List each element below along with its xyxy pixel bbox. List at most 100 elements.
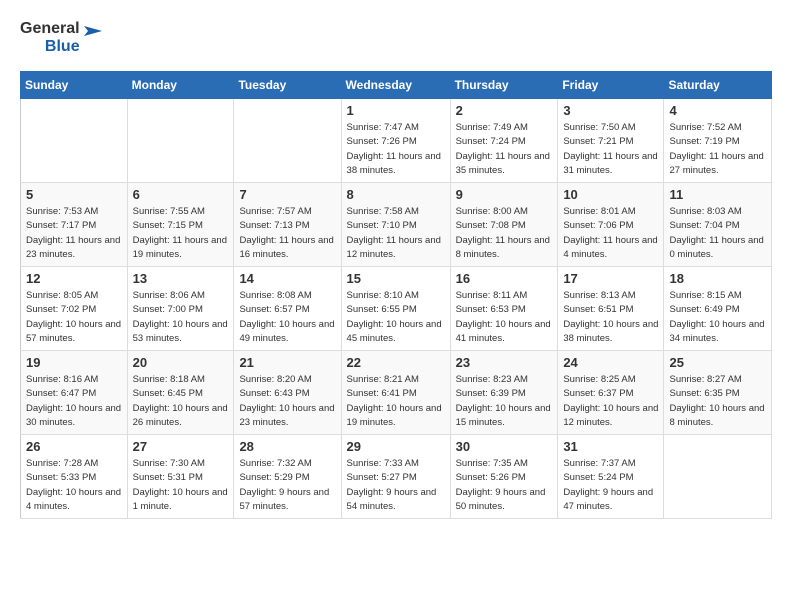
calendar-cell: 31Sunrise: 7:37 AMSunset: 5:24 PMDayligh… [558, 435, 664, 519]
day-info-text: Daylight: 9 hours and 54 minutes. [347, 486, 445, 515]
day-info-text: Sunrise: 8:11 AM [456, 289, 553, 303]
day-info-text: Sunset: 6:37 PM [563, 387, 658, 401]
calendar-cell: 4 Sunrise: 7:52 AMSunset: 7:19 PMDaylight… [664, 99, 772, 183]
day-info-text: Sunrise: 8:06 AM [133, 289, 229, 303]
day-info-text: Sunrise: 7:47 AM [347, 121, 445, 135]
calendar-cell: 7Sunrise: 7:57 AMSunset: 7:13 PMDaylight… [234, 183, 341, 267]
day-info-text: Sunrise: 7:33 AM [347, 457, 445, 471]
calendar-cell: 22Sunrise: 8:21 AMSunset: 6:41 PMDayligh… [341, 351, 450, 435]
day-info-text: Sunset: 5:33 PM [26, 471, 122, 485]
day-info-text: Daylight: 11 hours and 23 minutes. [26, 234, 122, 263]
day-number: 19 [26, 355, 122, 370]
day-number: 21 [239, 355, 335, 370]
day-info-text: Daylight: 10 hours and 15 minutes. [456, 402, 553, 431]
day-number: 22 [347, 355, 445, 370]
day-info-text: Sunrise: 8:00 AM [456, 205, 553, 219]
day-info-text: Sunset: 7:17 PM [26, 219, 122, 233]
day-number: 25 [669, 355, 766, 370]
day-info-text: Daylight: 10 hours and 23 minutes. [239, 402, 335, 431]
day-info-text: Sunrise: 8:05 AM [26, 289, 122, 303]
day-number: 16 [456, 271, 553, 286]
day-number: 13 [133, 271, 229, 286]
calendar-cell: 6Sunrise: 7:55 AMSunset: 7:15 PMDaylight… [127, 183, 234, 267]
day-info-text: Daylight: 11 hours and 35 minutes. [456, 150, 553, 179]
day-info-text: Sunset: 7:21 PM [563, 135, 658, 149]
column-header-saturday: Saturday [664, 72, 772, 99]
calendar-cell [127, 99, 234, 183]
day-info-text: Sunset: 7:02 PM [26, 303, 122, 317]
day-info-text: Sunset: 7:19 PM [669, 135, 766, 149]
day-info-text: Sunrise: 7:50 AM [563, 121, 658, 135]
calendar-cell: 2Sunrise: 7:49 AMSunset: 7:24 PMDaylight… [450, 99, 558, 183]
calendar-cell: 1 Sunrise: 7:47 AMSunset: 7:26 PMDaylight… [341, 99, 450, 183]
calendar-cell: 24 Sunrise: 8:25 AMSunset: 6:37 PMDayligh… [558, 351, 664, 435]
day-info-text: Sunset: 7:24 PM [456, 135, 553, 149]
column-header-thursday: Thursday [450, 72, 558, 99]
day-info-text: Daylight: 11 hours and 19 minutes. [133, 234, 229, 263]
day-info-text: Sunset: 6:55 PM [347, 303, 445, 317]
day-info-text: Sunrise: 8:16 AM [26, 373, 122, 387]
day-info-text: Sunrise: 7:32 AM [239, 457, 335, 471]
day-info-text: Sunrise: 7:52 AM [669, 121, 766, 135]
day-number: 1 [347, 103, 445, 118]
day-number: 3 [563, 103, 658, 118]
day-info-text: Daylight: 11 hours and 38 minutes. [347, 150, 445, 179]
calendar-cell: 13Sunrise: 8:06 AMSunset: 7:00 PMDayligh… [127, 267, 234, 351]
day-info-text: Sunrise: 7:55 AM [133, 205, 229, 219]
day-info-text: Sunset: 6:39 PM [456, 387, 553, 401]
column-header-wednesday: Wednesday [341, 72, 450, 99]
logo-general: General [20, 20, 80, 38]
column-header-monday: Monday [127, 72, 234, 99]
day-info-text: Daylight: 11 hours and 8 minutes. [456, 234, 553, 263]
day-info-text: Daylight: 11 hours and 27 minutes. [669, 150, 766, 179]
day-info-text: Sunrise: 8:13 AM [563, 289, 658, 303]
day-number: 24 [563, 355, 658, 370]
day-info-text: Daylight: 10 hours and 1 minute. [133, 486, 229, 515]
column-header-tuesday: Tuesday [234, 72, 341, 99]
page-header: General Blue [20, 20, 772, 55]
logo: General Blue [20, 20, 102, 55]
calendar-cell: 18Sunrise: 8:15 AMSunset: 6:49 PMDayligh… [664, 267, 772, 351]
day-number: 8 [347, 187, 445, 202]
day-info-text: Sunset: 7:10 PM [347, 219, 445, 233]
day-info-text: Sunrise: 8:25 AM [563, 373, 658, 387]
day-number: 29 [347, 439, 445, 454]
day-info-text: Daylight: 10 hours and 8 minutes. [669, 402, 766, 431]
calendar-cell: 17Sunrise: 8:13 AMSunset: 6:51 PMDayligh… [558, 267, 664, 351]
column-header-friday: Friday [558, 72, 664, 99]
calendar-cell: 19Sunrise: 8:16 AMSunset: 6:47 PMDayligh… [21, 351, 128, 435]
calendar-cell: 26Sunrise: 7:28 AMSunset: 5:33 PMDayligh… [21, 435, 128, 519]
calendar-cell: 20Sunrise: 8:18 AMSunset: 6:45 PMDayligh… [127, 351, 234, 435]
calendar-cell: 21Sunrise: 8:20 AMSunset: 6:43 PMDayligh… [234, 351, 341, 435]
day-info-text: Daylight: 9 hours and 47 minutes. [563, 486, 658, 515]
day-number: 26 [26, 439, 122, 454]
day-info-text: Daylight: 10 hours and 53 minutes. [133, 318, 229, 347]
day-number: 28 [239, 439, 335, 454]
day-info-text: Daylight: 10 hours and 41 minutes. [456, 318, 553, 347]
day-info-text: Sunset: 7:04 PM [669, 219, 766, 233]
day-info-text: Daylight: 10 hours and 4 minutes. [26, 486, 122, 515]
day-info-text: Daylight: 10 hours and 49 minutes. [239, 318, 335, 347]
day-info-text: Sunset: 6:53 PM [456, 303, 553, 317]
day-info-text: Sunset: 7:06 PM [563, 219, 658, 233]
day-info-text: Daylight: 10 hours and 57 minutes. [26, 318, 122, 347]
calendar-cell: 11Sunrise: 8:03 AMSunset: 7:04 PMDayligh… [664, 183, 772, 267]
day-number: 2 [456, 103, 553, 118]
day-number: 6 [133, 187, 229, 202]
week-row-4: 19 Sunrise: 8:16 AMSunset: 6:47 PM Dayligh… [21, 351, 772, 435]
day-info-text: Sunset: 6:35 PM [669, 387, 766, 401]
day-info-text: Sunset: 7:08 PM [456, 219, 553, 233]
calendar-cell: 14Sunrise: 8:08 AMSunset: 6:57 PMDayligh… [234, 267, 341, 351]
day-info-text: Daylight: 10 hours and 12 minutes. [563, 402, 658, 431]
day-info-text: Sunset: 7:13 PM [239, 219, 335, 233]
day-info-text: Sunset: 5:27 PM [347, 471, 445, 485]
day-info-text: Sunset: 7:26 PM [347, 135, 445, 149]
calendar-cell [664, 435, 772, 519]
day-info-text: Sunset: 6:47 PM [26, 387, 122, 401]
week-row-2: 5Sunrise: 7:53 AMSunset: 7:17 PMDaylight… [21, 183, 772, 267]
day-number: 4 [669, 103, 766, 118]
day-info-text: Sunrise: 8:15 AM [669, 289, 766, 303]
day-info-text: Sunrise: 8:27 AM [669, 373, 766, 387]
day-info-text: Sunset: 6:57 PM [239, 303, 335, 317]
day-info-text: Sunrise: 7:53 AM [26, 205, 122, 219]
